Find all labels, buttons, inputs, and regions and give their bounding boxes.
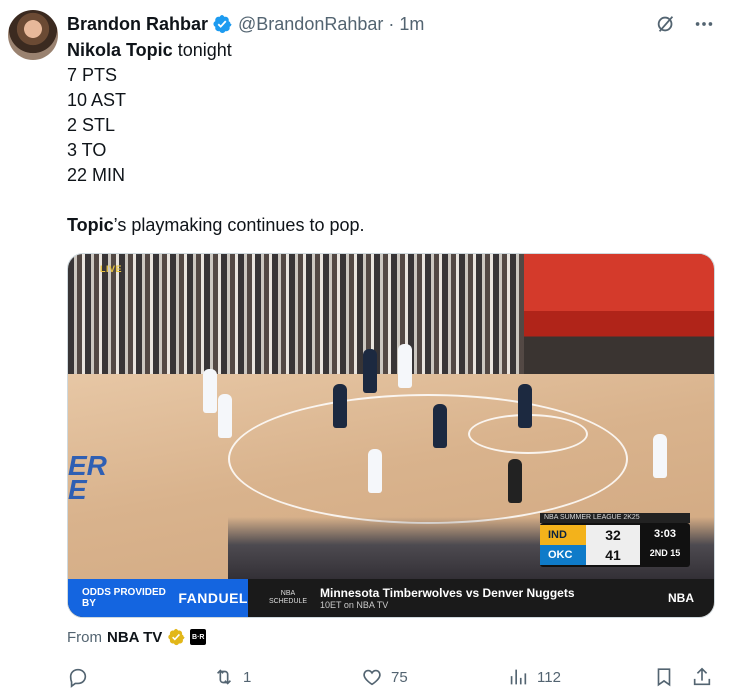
more-options-icon[interactable] bbox=[692, 12, 716, 36]
broadcast-ticker: ODDS PROVIDED BY FANDUEL NBA SCHEDULE Mi… bbox=[68, 579, 714, 617]
fanduel-logo: FANDUEL bbox=[178, 590, 248, 606]
court-floor-lettering: ER E bbox=[68, 450, 107, 505]
repost-count: 1 bbox=[243, 668, 252, 686]
tweet-text: Nikola Topic tonight 7 PTS 10 AST 2 STL … bbox=[67, 38, 707, 238]
player-name-link[interactable]: Nikola Topic bbox=[67, 40, 173, 60]
tweet-actions: 1 75 112 bbox=[67, 664, 715, 690]
schedule-label: NBA SCHEDULE bbox=[268, 590, 308, 605]
reply-icon bbox=[69, 668, 87, 688]
scorebug-header: NBA SUMMER LEAGUE 2K25 bbox=[540, 513, 690, 523]
score-ind: 32 bbox=[586, 525, 640, 545]
ticker-matchup: Minnesota Timberwolves vs Denver Nuggets… bbox=[320, 586, 575, 610]
team-ind: IND bbox=[540, 525, 586, 545]
scorebug-row-ind: IND 32 bbox=[540, 525, 640, 545]
bookmark-icon bbox=[657, 668, 671, 687]
player bbox=[653, 434, 667, 478]
separator-dot: · bbox=[388, 13, 395, 34]
media-source: From NBA TV B·R bbox=[67, 628, 207, 646]
scorebug: NBA SUMMER LEAGUE 2K25 IND 32 OKC 41 3:0… bbox=[540, 513, 690, 567]
player bbox=[203, 369, 217, 413]
tweet-line-1: Nikola Topic tonight bbox=[67, 40, 232, 60]
player bbox=[218, 394, 232, 438]
tweet-timestamp[interactable]: 1m bbox=[399, 14, 424, 35]
scorebug-row-okc: OKC 41 bbox=[540, 545, 640, 565]
view-count: 112 bbox=[537, 668, 561, 686]
video-frame[interactable]: ER E LIVE NBA SUMMER LEAGUE 2K25 IND 32 … bbox=[68, 254, 714, 617]
heart-icon bbox=[363, 669, 381, 686]
player bbox=[333, 384, 347, 428]
share-icon bbox=[693, 667, 711, 686]
bookmark-button[interactable] bbox=[653, 666, 675, 688]
stat-line-ast: 10 AST bbox=[67, 90, 127, 110]
player bbox=[398, 344, 412, 388]
odds-sponsor-bar: ODDS PROVIDED BY FANDUEL bbox=[68, 579, 248, 617]
stat-line-pts: 7 PTS bbox=[67, 65, 118, 85]
player bbox=[368, 449, 382, 493]
tweet-closing-line: Topic’s playmaking continues to pop. bbox=[67, 215, 365, 235]
repost-icon bbox=[216, 669, 232, 685]
live-badge: LIVE bbox=[100, 264, 123, 274]
verified-badge-icon bbox=[212, 14, 232, 34]
player bbox=[363, 349, 377, 393]
author-avatar[interactable] bbox=[8, 10, 58, 60]
views-button[interactable]: 112 bbox=[507, 666, 561, 688]
player bbox=[518, 384, 532, 428]
grok-icon[interactable] bbox=[654, 12, 678, 36]
share-button[interactable] bbox=[691, 666, 713, 688]
like-count: 75 bbox=[391, 668, 408, 686]
referee bbox=[508, 459, 522, 503]
team-okc: OKC bbox=[540, 545, 586, 565]
gold-verified-badge-icon bbox=[167, 628, 185, 646]
author-display-name[interactable]: Brandon Rahbar bbox=[67, 14, 208, 35]
player-name-link[interactable]: Topic bbox=[67, 215, 114, 235]
affiliate-badge-icon[interactable]: B·R bbox=[190, 629, 207, 645]
player bbox=[433, 404, 447, 448]
author-handle[interactable]: @BrandonRahbar bbox=[238, 14, 383, 35]
nba-logo: NBA bbox=[668, 591, 694, 605]
stat-line-to: 3 TO bbox=[67, 140, 107, 160]
repost-button[interactable]: 1 bbox=[213, 666, 251, 688]
source-name-link[interactable]: NBA TV bbox=[107, 629, 162, 646]
game-clock: 3:03 2ND 15 bbox=[649, 528, 681, 558]
score-okc: 41 bbox=[586, 545, 640, 565]
stat-line-stl: 2 STL bbox=[67, 115, 116, 135]
tweet-header: Brandon Rahbar @BrandonRahbar · 1m bbox=[67, 12, 716, 36]
reply-button[interactable] bbox=[67, 666, 97, 688]
stat-line-min: 22 MIN bbox=[67, 165, 126, 185]
like-button[interactable]: 75 bbox=[361, 666, 408, 688]
video-media[interactable]: ER E LIVE NBA SUMMER LEAGUE 2K25 IND 32 … bbox=[67, 253, 715, 618]
views-icon bbox=[510, 669, 527, 685]
